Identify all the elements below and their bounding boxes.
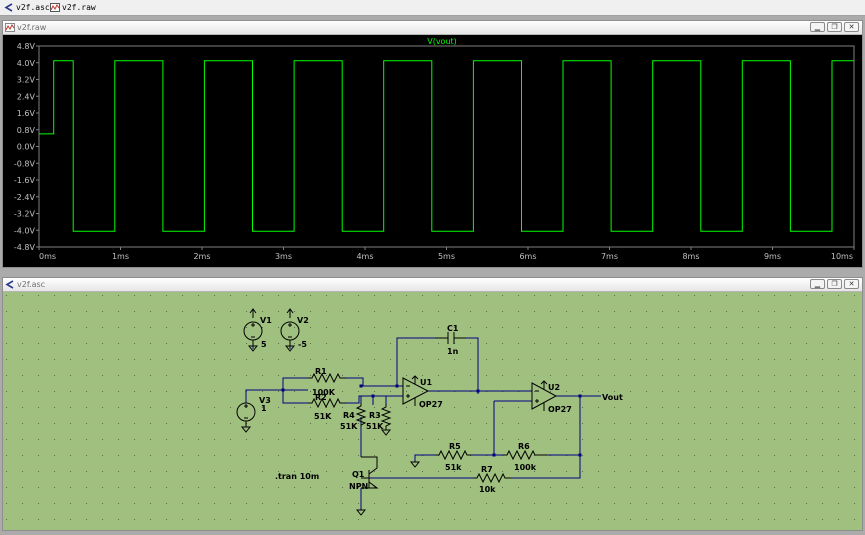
sim-directive[interactable]: .tran 10m xyxy=(275,472,319,481)
y-tick-label: -2.4V xyxy=(14,193,36,202)
trace-title[interactable]: V(vout) xyxy=(427,37,457,46)
close-button[interactable]: ✕ xyxy=(844,279,859,289)
x-tick-label: 1ms xyxy=(112,252,129,261)
u2-value: OP27 xyxy=(548,405,572,414)
tab-schematic-label: v2f.asc xyxy=(16,3,50,12)
schematic-canvas[interactable]: V1 5 V2 -5 V3 1 R1 100K R2 51K R4 51K R3… xyxy=(3,292,862,530)
x-tick-label: 7ms xyxy=(601,252,618,261)
x-tick-label: 2ms xyxy=(193,252,210,261)
x-tick-label: 9ms xyxy=(764,252,781,261)
v1-value: 5 xyxy=(261,340,267,349)
u2-name: U2 xyxy=(548,383,560,392)
schematic-grid xyxy=(3,292,862,530)
trace-vout xyxy=(39,60,854,232)
plot-pane[interactable]: 4.8V 4.0V 3.2V 2.4V 1.6V 0.8V 0.0V -0.8V -1.6V -2… xyxy=(3,35,862,267)
y-tick-label: 3.2V xyxy=(17,76,36,85)
restore-button[interactable]: ❐ xyxy=(827,22,842,32)
tab-schematic[interactable]: v2f.asc xyxy=(2,1,50,14)
schematic-icon xyxy=(4,3,13,12)
r1-name: R1 xyxy=(315,367,327,376)
u1-name: U1 xyxy=(420,378,432,387)
restore-icon: ❐ xyxy=(831,23,838,31)
v2-name: V2 xyxy=(297,316,309,325)
minimize-icon: ▁ xyxy=(814,280,821,288)
r2-value: 51K xyxy=(314,412,332,421)
schematic-window-title: v2f.asc xyxy=(17,280,46,289)
y-tick-label: 4.0V xyxy=(17,59,36,68)
x-tick-label: 8ms xyxy=(682,252,699,261)
r4-value: 51K xyxy=(340,422,358,431)
schematic-drawing[interactable]: V1 5 V2 -5 V3 1 R1 100K R2 51K R4 51K R3… xyxy=(3,292,862,530)
tab-waveform[interactable]: v2f.raw xyxy=(48,1,96,14)
v1-name: V1 xyxy=(260,316,272,325)
minimize-icon: ▁ xyxy=(814,23,821,31)
waveform-window-titlebar[interactable]: v2f.raw ▁ ❐ ✕ xyxy=(3,21,862,35)
close-icon: ✕ xyxy=(848,280,855,288)
minimize-button[interactable]: ▁ xyxy=(810,22,825,32)
minimize-button[interactable]: ▁ xyxy=(810,279,825,289)
v2-value: -5 xyxy=(298,340,307,349)
restore-button[interactable]: ❐ xyxy=(827,279,842,289)
x-tick-label: 4ms xyxy=(356,252,373,261)
x-tick-label: 5ms xyxy=(438,252,455,261)
r7-value: 10k xyxy=(479,485,496,494)
y-tick-label: -4.8V xyxy=(14,243,36,252)
schematic-icon xyxy=(5,280,14,289)
document-tab-bar: v2f.asc v2f.raw xyxy=(0,0,865,16)
r5-name: R5 xyxy=(449,442,461,451)
r3-value: 51K xyxy=(366,422,384,431)
r6-name: R6 xyxy=(518,442,530,451)
y-tick-label: 2.4V xyxy=(17,92,36,101)
y-tick-label: -4.0V xyxy=(14,226,36,235)
close-icon: ✕ xyxy=(848,23,855,31)
r7-name: R7 xyxy=(481,465,493,474)
schematic-window-titlebar[interactable]: v2f.asc ▁ ❐ ✕ xyxy=(3,278,862,292)
x-tick-label: 10ms xyxy=(831,252,853,261)
restore-icon: ❐ xyxy=(831,280,838,288)
v3-value: 1 xyxy=(261,404,267,413)
r3-name: R3 xyxy=(369,411,381,420)
r2-name: R2 xyxy=(315,393,327,402)
c1-value: 1n xyxy=(447,347,459,356)
waveform-icon xyxy=(5,23,15,32)
r5-value: 51k xyxy=(445,463,462,472)
waveform-window-title: v2f.raw xyxy=(17,23,47,32)
u1-value: OP27 xyxy=(419,400,443,409)
x-tick-label: 6ms xyxy=(519,252,536,261)
y-tick-label: 1.6V xyxy=(17,109,36,118)
y-tick-label: 0.8V xyxy=(17,126,36,135)
vout-net-label: Vout xyxy=(602,393,623,402)
c1-name: C1 xyxy=(447,324,459,333)
close-button[interactable]: ✕ xyxy=(844,22,859,32)
waveform-window[interactable]: v2f.raw ▁ ❐ ✕ 4.8V 4.0V 3.2V 2.4V 1.6V 0.8V 0.… xyxy=(2,20,863,268)
waveform-chart[interactable]: 4.8V 4.0V 3.2V 2.4V 1.6V 0.8V 0.0V -0.8V -1.6V -2… xyxy=(3,35,862,267)
y-tick-label: -0.8V xyxy=(14,159,36,168)
waveform-icon xyxy=(50,3,60,12)
schematic-window[interactable]: v2f.asc ▁ ❐ ✕ V1 5 V2 -5 V3 1 R1 100K R2… xyxy=(2,277,863,531)
plot-frame xyxy=(38,45,855,248)
x-tick-label: 0ms xyxy=(39,252,56,261)
r4-name: R4 xyxy=(343,411,355,420)
y-tick-label: -3.2V xyxy=(14,210,36,219)
y-tick-label: -1.6V xyxy=(14,176,36,185)
q1-value: NPN xyxy=(349,482,368,491)
y-tick-label: 0.0V xyxy=(17,143,36,152)
y-tick-label: 4.8V xyxy=(17,42,36,51)
x-tick-label: 3ms xyxy=(275,252,292,261)
tab-waveform-label: v2f.raw xyxy=(62,3,96,12)
q1-name: Q1 xyxy=(352,470,365,479)
r6-value: 100k xyxy=(514,463,537,472)
